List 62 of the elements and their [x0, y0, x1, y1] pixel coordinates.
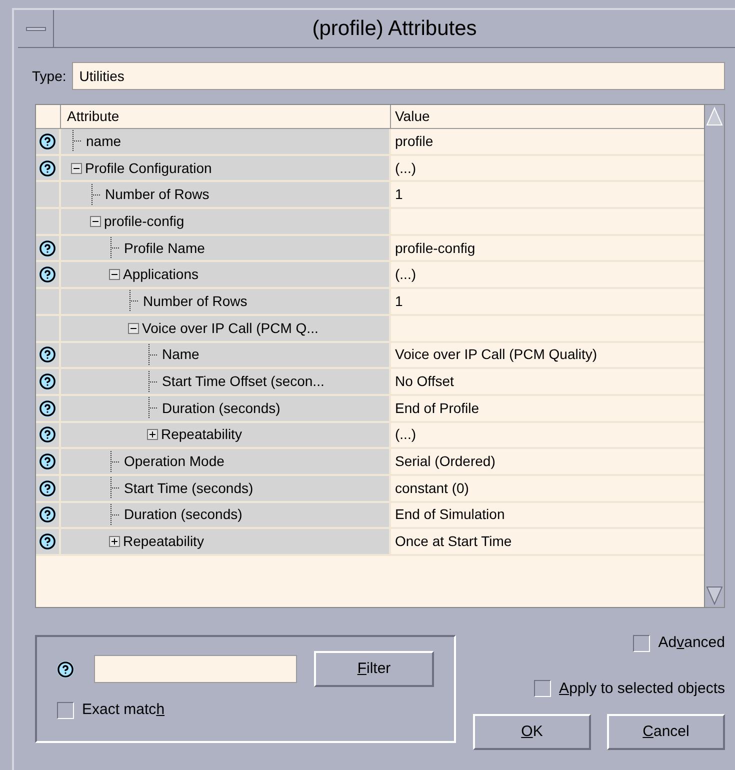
- expand-icon[interactable]: [147, 429, 158, 440]
- filter-field[interactable]: [94, 655, 297, 683]
- tree-connector-icon: [147, 370, 159, 394]
- type-field[interactable]: Utilities: [72, 62, 725, 90]
- tree-connector-icon: [109, 476, 121, 500]
- expand-icon[interactable]: [109, 536, 120, 548]
- filter-button[interactable]: Filter: [314, 651, 434, 687]
- tree-connector-icon: [109, 450, 121, 474]
- tree-connector-icon: [128, 289, 140, 314]
- help-icon[interactable]: [39, 426, 56, 444]
- help-icon[interactable]: [39, 373, 56, 390]
- help-icon[interactable]: [39, 240, 56, 257]
- attribute-value[interactable]: (...): [395, 264, 416, 286]
- column-header[interactable]: Attribute: [61, 105, 391, 128]
- attribute-name[interactable]: name: [86, 130, 122, 152]
- help-icon[interactable]: [39, 506, 56, 524]
- dialog-button[interactable]: Cancel: [607, 714, 725, 750]
- attribute-value[interactable]: 1: [395, 290, 403, 312]
- help-icon[interactable]: [39, 160, 56, 177]
- tree-connector-icon: [90, 182, 102, 207]
- apply-selected-label[interactable]: Apply to selected objects: [559, 678, 725, 700]
- attribute-value[interactable]: End of Profile: [395, 398, 480, 419]
- tree-connector-icon: [71, 129, 83, 154]
- tree-connector-icon: [147, 342, 159, 367]
- attribute-value[interactable]: constant (0): [395, 478, 469, 499]
- checkbox[interactable]: [534, 680, 552, 698]
- attribute-value[interactable]: No Offset: [395, 371, 454, 392]
- attribute-value[interactable]: End of Simulation: [395, 504, 505, 526]
- help-icon[interactable]: [39, 453, 56, 470]
- help-icon[interactable]: [39, 400, 56, 417]
- tree-connector-icon: [147, 396, 159, 420]
- collapse-icon[interactable]: [90, 216, 101, 227]
- window-title: (profile) Attributes: [312, 16, 477, 42]
- checkbox[interactable]: [633, 634, 650, 652]
- type-label: Type:: [32, 66, 66, 86]
- attribute-value[interactable]: profile: [395, 130, 434, 152]
- help-icon[interactable]: [57, 660, 74, 678]
- scrollbar[interactable]: [704, 105, 724, 607]
- attribute-value[interactable]: profile-config: [395, 238, 476, 259]
- collapse-icon[interactable]: [71, 162, 82, 174]
- exact-match-label[interactable]: Exact match: [82, 699, 165, 722]
- tree-connector-icon: [109, 502, 121, 527]
- attribute-value[interactable]: Once at Start Time: [395, 531, 512, 552]
- attribute-value[interactable]: Voice over IP Call (PCM Quality): [395, 344, 598, 366]
- help-icon[interactable]: [39, 480, 56, 497]
- help-icon[interactable]: [39, 266, 56, 284]
- attribute-value[interactable]: Serial (Ordered): [395, 451, 496, 472]
- collapse-icon[interactable]: [128, 322, 139, 334]
- help-icon[interactable]: [39, 533, 56, 550]
- attribute-value[interactable]: 1: [395, 184, 403, 206]
- column-header[interactable]: Value: [391, 105, 704, 128]
- collapse-icon[interactable]: [109, 269, 120, 280]
- attribute-name[interactable]: Name: [162, 344, 200, 366]
- help-icon[interactable]: [39, 132, 56, 150]
- tree-connector-icon: [109, 236, 121, 260]
- help-icon[interactable]: [39, 346, 56, 364]
- advanced-label[interactable]: Advanced: [658, 632, 725, 654]
- attribute-value[interactable]: (...): [395, 424, 416, 446]
- attribute-name[interactable]: Applications: [123, 264, 198, 286]
- checkbox[interactable]: [57, 702, 74, 719]
- attribute-value[interactable]: (...): [395, 158, 416, 179]
- dialog-button[interactable]: OK: [473, 714, 591, 750]
